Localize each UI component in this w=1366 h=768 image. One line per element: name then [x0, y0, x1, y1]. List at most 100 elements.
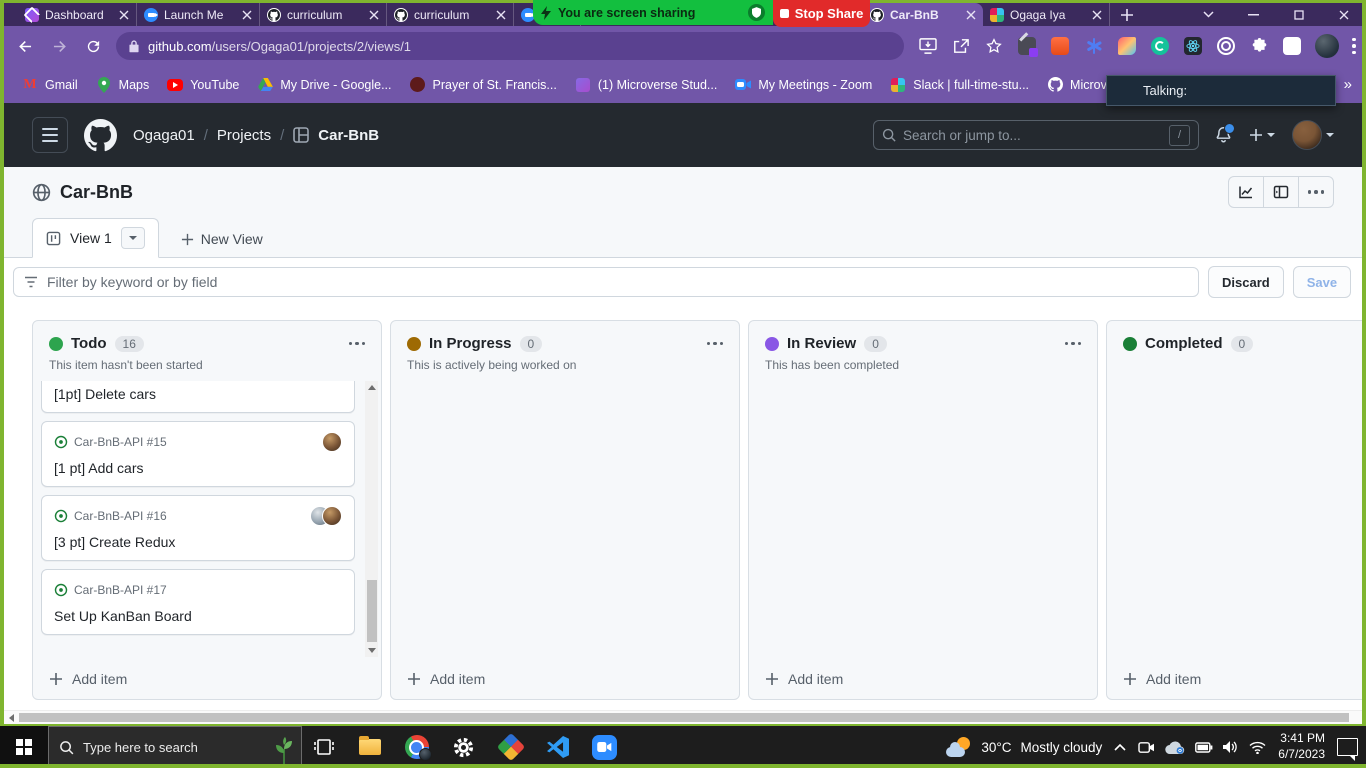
file-explorer-icon[interactable] — [346, 726, 393, 768]
hamburger-menu-icon[interactable] — [32, 117, 68, 153]
diamond-app-icon[interactable] — [487, 726, 534, 768]
add-item-button[interactable]: Add item — [1107, 659, 1362, 699]
ext-target-icon[interactable] — [1216, 36, 1236, 56]
ext-react-devtools-icon[interactable] — [1183, 36, 1203, 56]
tab-view-1[interactable]: View 1 — [32, 218, 159, 258]
view-options-button[interactable] — [120, 227, 145, 249]
notifications-bell-icon[interactable] — [1215, 123, 1235, 144]
scroll-down-arrow[interactable] — [365, 644, 378, 657]
action-center-icon[interactable] — [1337, 738, 1358, 761]
new-view-button[interactable]: New View — [181, 231, 263, 247]
close-window-button[interactable] — [1321, 3, 1366, 26]
battery-icon[interactable] — [1195, 741, 1213, 753]
settings-gear-icon[interactable] — [440, 726, 487, 768]
insights-button[interactable] — [1229, 177, 1264, 207]
tray-chevron-icon[interactable] — [1114, 743, 1126, 751]
breadcrumb-user[interactable]: Ogaga01 — [133, 127, 195, 144]
tab-car-bnb-active[interactable]: Car-BnB — [863, 3, 983, 26]
volume-icon[interactable] — [1223, 740, 1239, 754]
extensions-puzzle-icon[interactable] — [1249, 36, 1269, 56]
refresh-button[interactable] — [78, 31, 108, 61]
github-search-box[interactable]: Search or jump to... / — [873, 120, 1199, 150]
bookmark-gmail[interactable]: M Gmail — [14, 73, 86, 97]
card-delete-cars[interactable]: [1pt] Delete cars — [41, 381, 355, 413]
add-item-button[interactable]: Add item — [391, 659, 739, 699]
bookmark-microverse-student[interactable]: (1) Microverse Stud... — [567, 73, 725, 97]
meet-now-icon[interactable] — [1138, 740, 1155, 755]
page-horizontal-scrollbar[interactable] — [4, 710, 1362, 724]
tab-close-icon[interactable] — [1092, 10, 1102, 20]
create-new-button[interactable] — [1249, 128, 1275, 142]
maximize-button[interactable] — [1276, 3, 1321, 26]
column-scrollbar[interactable] — [365, 381, 378, 657]
add-item-button[interactable]: Add item — [33, 659, 381, 699]
ext-white-square-icon[interactable] — [1282, 36, 1302, 56]
weather-widget[interactable]: 30°C Mostly cloudy — [946, 737, 1102, 757]
card-add-cars[interactable]: Car-BnB-API #15 [1 pt] Add cars — [41, 421, 355, 487]
tab-close-icon[interactable] — [369, 10, 379, 20]
tab-search-chevron-icon[interactable] — [1186, 3, 1231, 26]
avatar[interactable] — [322, 506, 342, 526]
ext-orange-icon[interactable] — [1050, 36, 1070, 56]
browser-profile-avatar[interactable] — [1315, 34, 1340, 58]
column-menu-button[interactable] — [706, 341, 723, 346]
breadcrumb-project[interactable]: Car-BnB — [318, 127, 379, 144]
chrome-icon[interactable] — [393, 726, 440, 768]
save-button[interactable]: Save — [1292, 266, 1352, 298]
taskbar-clock[interactable]: 3:41 PM 6/7/2023 — [1278, 731, 1325, 762]
tab-close-icon[interactable] — [966, 10, 976, 20]
browser-menu-icon[interactable] — [1352, 37, 1356, 55]
scroll-left-arrow[interactable] — [4, 711, 18, 724]
tab-curriculum-2[interactable]: curriculum — [387, 3, 514, 26]
vscode-icon[interactable] — [534, 726, 581, 768]
bookmark-zoom-meetings[interactable]: My Meetings - Zoom — [727, 73, 880, 97]
scrollbar-thumb[interactable] — [366, 580, 377, 642]
tab-dashboard[interactable]: Dashboard — [18, 3, 137, 26]
bookmark-drive[interactable]: My Drive - Google... — [249, 73, 399, 97]
wifi-icon[interactable] — [1249, 741, 1266, 754]
zoom-taskbar-icon[interactable] — [581, 726, 628, 768]
scrollbar-thumb[interactable] — [19, 713, 1349, 722]
install-app-icon[interactable] — [918, 36, 938, 56]
bookmark-prayer[interactable]: Prayer of St. Francis... — [402, 73, 565, 97]
share-icon[interactable] — [951, 36, 971, 56]
card-setup-kanban[interactable]: Car-BnB-API #17 Set Up KanBan Board — [41, 569, 355, 635]
tab-close-icon[interactable] — [119, 10, 129, 20]
minimize-button[interactable] — [1231, 3, 1276, 26]
tab-curriculum-1[interactable]: curriculum — [260, 3, 387, 26]
ext-colorpicker-icon[interactable] — [1017, 32, 1039, 57]
ext-asterisk-icon[interactable] — [1084, 36, 1104, 56]
card-create-redux[interactable]: Car-BnB-API #16 [3 pt] Create Redux — [41, 495, 355, 561]
address-bar[interactable]: github.com/users/Ogaga01/projects/2/view… — [116, 32, 904, 60]
task-view-button[interactable] — [302, 726, 346, 768]
scroll-up-arrow[interactable] — [365, 381, 378, 394]
side-panel-button[interactable] — [1264, 177, 1299, 207]
forward-button[interactable] — [44, 31, 74, 61]
add-item-button[interactable]: Add item — [749, 659, 1097, 699]
bookmark-youtube[interactable]: YouTube — [159, 73, 247, 97]
breadcrumb-projects[interactable]: Projects — [217, 127, 271, 144]
stop-share-button[interactable]: Stop Share — [773, 0, 870, 27]
taskbar-search-box[interactable]: Type here to search — [48, 726, 302, 768]
project-menu-button[interactable] — [1299, 177, 1333, 207]
filter-input[interactable]: Filter by keyword or by field — [13, 267, 1199, 297]
ext-grammarly-icon[interactable] — [1150, 36, 1170, 56]
tab-slack[interactable]: Ogaga Iya — [983, 3, 1110, 26]
profile-menu[interactable] — [1292, 120, 1334, 150]
column-menu-button[interactable] — [348, 341, 365, 346]
new-tab-button[interactable] — [1120, 8, 1134, 22]
tab-close-icon[interactable] — [496, 10, 506, 20]
bookmark-slack[interactable]: Slack | full-time-stu... — [882, 73, 1037, 97]
start-button[interactable] — [0, 726, 48, 768]
bookmark-maps[interactable]: Maps — [88, 73, 158, 97]
discard-button[interactable]: Discard — [1208, 266, 1284, 298]
github-logo[interactable] — [84, 118, 117, 152]
tab-launch-meeting[interactable]: Launch Me — [137, 3, 260, 26]
onedrive-icon[interactable] — [1165, 741, 1185, 754]
bookmark-star-icon[interactable] — [984, 36, 1004, 56]
avatar[interactable] — [322, 432, 342, 452]
tab-close-icon[interactable] — [242, 10, 252, 20]
back-button[interactable] — [10, 31, 40, 61]
bookmarks-overflow-chevron[interactable]: » — [1344, 76, 1352, 93]
ext-feather-icon[interactable] — [1117, 36, 1137, 56]
